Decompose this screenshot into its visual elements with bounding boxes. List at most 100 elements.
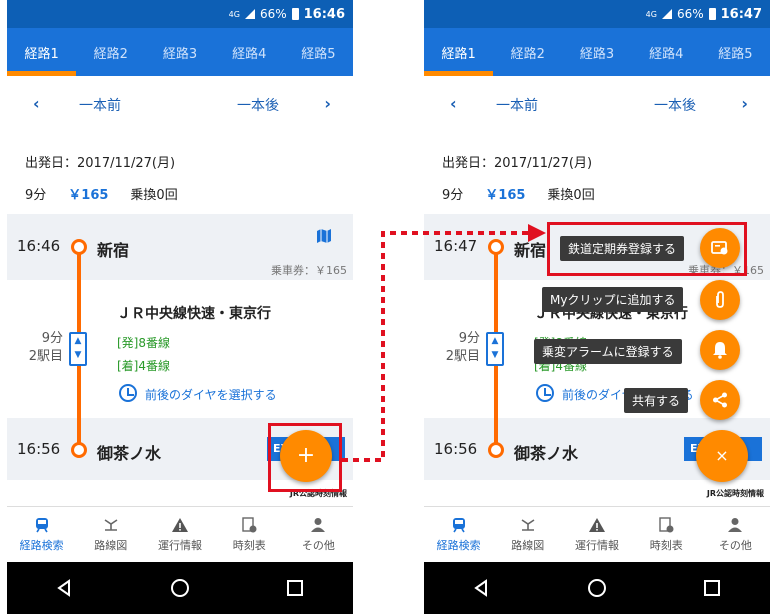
signal-icon [244,9,255,19]
menu-label-share[interactable]: 共有する [624,388,689,413]
timetable-icon [242,516,257,532]
departure-station[interactable]: 新宿 [97,237,129,261]
transfer-count: 乗換0回 [547,188,595,203]
clock-icon [119,384,137,402]
nav-service-info-label: 運行情報 [158,538,202,552]
arrival-station[interactable]: 御茶ノ水 [97,440,161,464]
trip-fare: ￥165 [68,188,109,203]
route-stats: 9分 ￥165 乗換0回 [25,184,178,203]
home-icon[interactable] [169,577,191,599]
nav-timetable-label: 時刻表 [649,538,683,552]
battery-icon [708,8,716,20]
phone-before: 4G 66% 16:46 経路1 経路2 経路3 経路4 経路5 ‹ 一本前 一… [7,0,353,614]
provider-note: JR公認時刻情報 [706,489,764,498]
arrival-time: 16:56 [17,440,61,458]
share-button[interactable] [700,380,740,420]
tab-route-3[interactable]: 経路3 [145,28,214,76]
nav-timetable-label: 時刻表 [232,538,266,552]
route-map-icon [521,518,535,531]
nav-other[interactable]: その他 [701,507,770,562]
tab-route-5[interactable]: 経路5 [284,28,353,76]
comparison-stage: 4G 66% 16:46 経路1 経路2 経路3 経路4 経路5 ‹ 一本前 一… [0,0,777,614]
chevron-left-icon[interactable]: ‹ [33,94,40,113]
train-icon [452,517,465,532]
chevron-right-icon[interactable]: › [741,94,748,113]
home-icon[interactable] [586,577,608,599]
route-tabs: 経路1 経路2 経路3 経路4 経路5 [424,28,770,76]
clock: 16:46 [303,6,345,22]
previous-train-link[interactable]: 一本前 [496,95,538,115]
system-nav-bar [424,562,770,614]
segment-stops: 2駅目 [28,349,63,364]
nav-other-label: その他 [718,538,752,552]
next-train-link[interactable]: 一本後 [654,95,696,115]
status-bar: 4G 66% 16:46 [7,0,353,28]
signal-icon [661,9,672,19]
share-icon [713,392,727,408]
chevron-right-icon[interactable]: › [324,94,331,113]
recents-icon[interactable] [701,577,723,599]
segment-duration: 9分 [41,331,63,346]
person-icon [728,517,743,532]
tab-route-1[interactable]: 経路1 [424,28,494,76]
expand-stops-icon[interactable]: ▲ ▼ [486,332,504,366]
alarm-button[interactable] [700,330,740,370]
system-nav-bar [7,562,353,614]
segment-duration: 9分 [458,331,480,346]
arrival-dot [71,442,87,458]
tab-route-2[interactable]: 経路2 [76,28,145,76]
departure-dot [488,239,504,255]
myclip-button[interactable] [700,280,740,320]
battery-percent: 66% [259,7,287,21]
chevron-left-icon[interactable]: ‹ [450,94,457,113]
nav-service-info[interactable]: 運行情報 [145,507,214,562]
nav-route-search-label: 経路検索 [436,538,481,552]
nav-route-search[interactable]: 経路検索 [424,507,493,562]
tab-route-5[interactable]: 経路5 [701,28,770,76]
departure-station[interactable]: 新宿 [514,237,546,261]
trip-fare: ￥165 [485,188,526,203]
arrival-station[interactable]: 御茶ノ水 [514,440,578,464]
person-icon [311,517,326,532]
next-train-link[interactable]: 一本後 [237,95,279,115]
tab-route-4[interactable]: 経路4 [215,28,284,76]
segment-info: 9分 2駅目 [21,330,63,366]
tab-route-2[interactable]: 経路2 [493,28,562,76]
tab-route-1[interactable]: 経路1 [7,28,77,76]
choose-schedule-link[interactable]: 前後のダイヤを選択する [145,386,277,403]
line-name: ＪＲ中央線快速・東京行 [117,306,271,322]
nav-service-info-label: 運行情報 [575,538,619,552]
nav-timetable[interactable]: 時刻表 [632,507,701,562]
expand-stops-icon[interactable]: ▲ ▼ [69,332,87,366]
nav-route-map[interactable]: 路線図 [493,507,562,562]
segment-stops: 2駅目 [445,349,480,364]
menu-label-myclip[interactable]: Myクリップに追加する [542,287,684,312]
menu-label-alarm[interactable]: 乗変アラームに登録する [534,339,682,364]
previous-train-link[interactable]: 一本前 [79,95,121,115]
back-icon[interactable] [471,577,493,599]
nav-service-info[interactable]: 運行情報 [562,507,631,562]
tab-route-4[interactable]: 経路4 [632,28,701,76]
departure-date: 出発日：2017/11/27(月) [442,156,593,171]
departure-dot [71,239,87,255]
departure-time: 16:47 [434,237,478,255]
nav-route-search[interactable]: 経路検索 [7,507,76,562]
highlight-menu-box [547,222,747,276]
map-icon[interactable] [316,228,332,244]
segment-info: 9分 2駅目 [438,330,480,366]
nav-other[interactable]: その他 [284,507,353,562]
warning-icon [589,517,605,532]
recents-icon[interactable] [284,577,306,599]
network-indicator: 4G [645,9,657,19]
nav-route-map[interactable]: 路線図 [76,507,145,562]
status-bar: 4G 66% 16:47 [424,0,770,28]
close-actions-button[interactable]: × [696,430,748,482]
arrival-platform: [着]4番線 [117,359,170,373]
departure-date: 出発日：2017/11/27(月) [25,156,176,171]
nav-timetable[interactable]: 時刻表 [215,507,284,562]
tab-route-3[interactable]: 経路3 [562,28,631,76]
departure-time: 16:46 [17,237,61,255]
back-icon[interactable] [54,577,76,599]
warning-icon [172,517,188,532]
bottom-nav: 経路検索 路線図 運行情報 時刻表 その他 [424,506,770,562]
